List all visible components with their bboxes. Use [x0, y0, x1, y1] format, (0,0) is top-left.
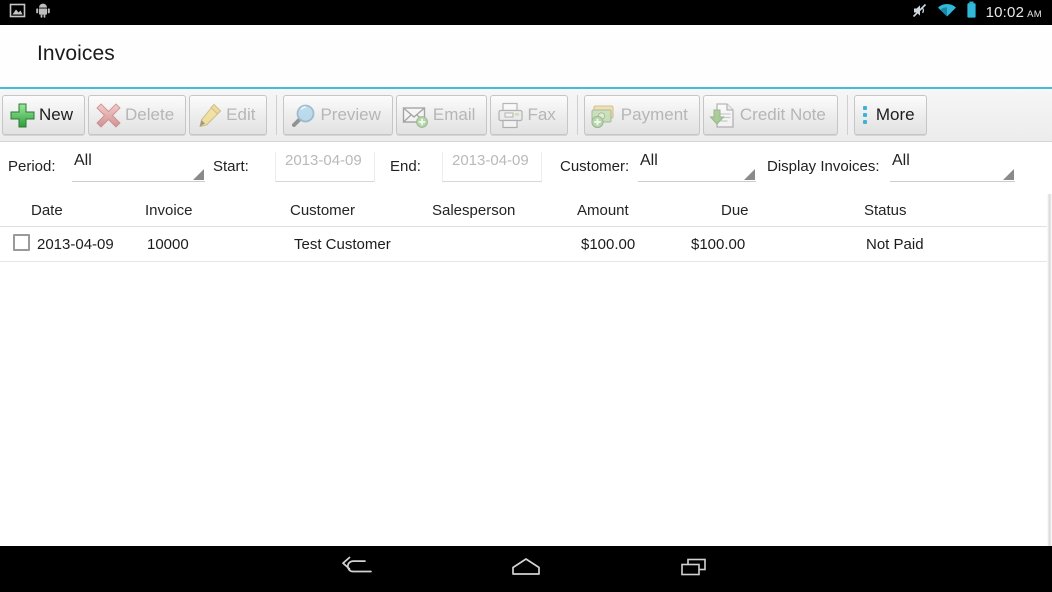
yellow-pencil-icon — [194, 100, 224, 130]
display-invoices-label: Display Invoices: — [767, 158, 880, 175]
battery-icon — [966, 1, 977, 24]
status-bar-notifications[interactable] — [0, 2, 51, 24]
payment-button-label: Payment — [620, 105, 688, 124]
android-icon — [35, 2, 51, 23]
clock-time: 10:02 — [985, 4, 1025, 21]
page-title: Invoices — [37, 42, 115, 65]
device-screen: 10:02 AM Invoices New Delete Edit Previe… — [0, 0, 1052, 592]
toolbar-separator — [276, 95, 278, 135]
delete-button[interactable]: Delete — [88, 95, 187, 135]
wifi-icon — [937, 3, 957, 23]
money-plus-icon — [589, 100, 619, 130]
cell-due: $100.00 — [691, 236, 746, 253]
row-checkbox[interactable] — [13, 234, 30, 251]
status-bar: 10:02 AM — [0, 0, 1052, 25]
column-header-due[interactable]: Due — [721, 202, 749, 219]
start-date-input[interactable]: 2013-04-09 — [275, 152, 375, 182]
display-invoices-value: All — [892, 152, 910, 169]
cell-customer: Test Customer — [294, 236, 391, 253]
customer-label: Customer: — [560, 158, 630, 175]
invoices-table: Date Invoice Customer Salesperson Amount… — [0, 194, 1052, 546]
cell-date: 2013-04-09 — [37, 236, 114, 253]
credit-note-button-label: Credit Note — [739, 105, 826, 124]
new-button-label: New — [39, 105, 74, 124]
delete-button-label: Delete — [125, 105, 175, 124]
table-header-row: Date Invoice Customer Salesperson Amount… — [0, 194, 1052, 227]
recents-icon — [676, 556, 712, 583]
home-icon — [508, 556, 544, 583]
period-spinner[interactable]: All — [72, 152, 205, 182]
recents-button[interactable] — [610, 556, 778, 583]
clock-ampm: AM — [1027, 9, 1042, 20]
edit-button-label: Edit — [226, 105, 256, 124]
overflow-dots-icon — [859, 106, 874, 124]
more-button-label: More — [875, 105, 915, 124]
column-header-invoice[interactable]: Invoice — [145, 202, 193, 219]
credit-note-button[interactable]: Credit Note — [702, 95, 838, 135]
status-bar-clock: 10:02 AM — [986, 4, 1042, 21]
fax-button[interactable]: Fax — [490, 95, 568, 135]
email-button-label: Email — [432, 105, 476, 124]
end-label: End: — [390, 158, 421, 175]
start-label: Start: — [213, 158, 249, 175]
green-plus-icon — [7, 100, 37, 130]
chevron-down-icon — [193, 169, 204, 180]
action-toolbar: New Delete Edit Preview Email Fax Paymen… — [0, 89, 1052, 142]
end-date-placeholder: 2013-04-09 — [452, 152, 529, 169]
table-row[interactable]: 2013-04-09 10000 Test Customer $100.00 $… — [0, 227, 1052, 262]
column-header-status[interactable]: Status — [864, 202, 907, 219]
column-header-salesperson[interactable]: Salesperson — [432, 202, 515, 219]
toolbar-separator — [846, 95, 848, 135]
envelope-plus-icon — [401, 100, 431, 130]
preview-button[interactable]: Preview — [283, 95, 393, 135]
preview-button-label: Preview — [320, 105, 381, 124]
customer-value: All — [640, 152, 658, 169]
cell-amount: $100.00 — [581, 236, 636, 253]
back-icon — [340, 556, 376, 583]
gallery-icon — [9, 2, 26, 24]
edit-button[interactable]: Edit — [189, 95, 268, 135]
start-date-placeholder: 2013-04-09 — [285, 152, 362, 169]
vertical-scrollbar[interactable] — [1047, 194, 1052, 546]
document-down-icon — [708, 100, 738, 130]
chevron-down-icon — [1003, 169, 1014, 180]
system-navigation-bar — [0, 546, 1052, 592]
cell-status: Not Paid — [866, 236, 924, 253]
back-button[interactable] — [274, 556, 442, 583]
period-value: All — [74, 152, 92, 169]
email-button[interactable]: Email — [395, 95, 488, 135]
filter-bar: Period: All Start: 2013-04-09 End: 2013-… — [0, 142, 1052, 194]
column-header-date[interactable]: Date — [31, 202, 63, 219]
period-label: Period: — [8, 158, 56, 175]
status-bar-system-icons[interactable]: 10:02 AM — [911, 1, 1052, 24]
chevron-down-icon — [744, 169, 755, 180]
fax-button-label: Fax — [527, 105, 556, 124]
mute-icon — [911, 2, 928, 24]
column-header-amount[interactable]: Amount — [577, 202, 629, 219]
app-title-bar: Invoices — [0, 25, 1052, 89]
toolbar-separator — [576, 95, 578, 135]
red-x-icon — [93, 100, 123, 130]
payment-button[interactable]: Payment — [583, 95, 700, 135]
end-date-input[interactable]: 2013-04-09 — [442, 152, 542, 182]
cell-invoice: 10000 — [147, 236, 189, 253]
magnifier-icon — [288, 100, 318, 130]
column-header-customer[interactable]: Customer — [290, 202, 355, 219]
customer-spinner[interactable]: All — [638, 152, 756, 182]
new-button[interactable]: New — [2, 95, 86, 135]
home-button[interactable] — [442, 556, 610, 583]
display-invoices-spinner[interactable]: All — [890, 152, 1015, 182]
more-button[interactable]: More — [853, 95, 927, 135]
fax-printer-icon — [495, 100, 525, 130]
